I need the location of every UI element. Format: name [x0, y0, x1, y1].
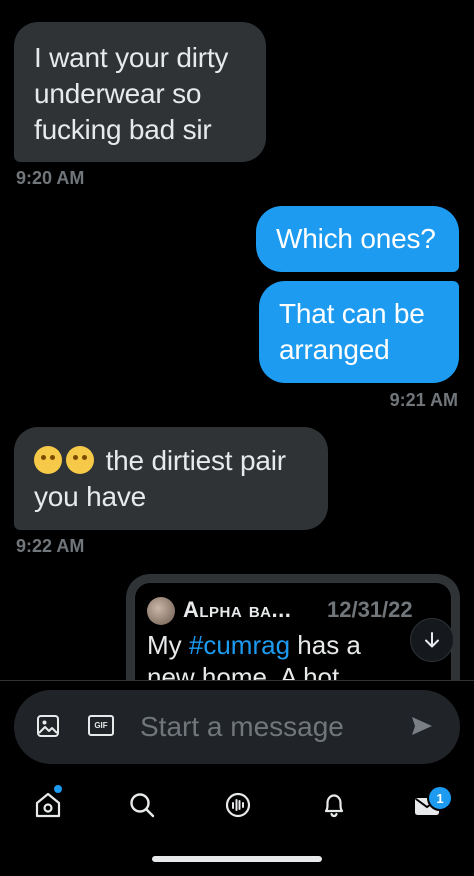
notification-dot [54, 785, 62, 793]
dizzy-face-emoji [66, 446, 94, 474]
image-icon[interactable] [36, 714, 60, 738]
nav-spaces[interactable] [218, 785, 258, 825]
quoted-tweet-date: 12/31/22 [327, 597, 413, 622]
message-text: Which ones? [276, 223, 436, 254]
incoming-message[interactable]: the dirtiest pair you have [14, 427, 328, 530]
nav-notifications[interactable] [314, 785, 354, 825]
quoted-text-start: My [147, 630, 189, 660]
drooling-face-emoji [34, 446, 62, 474]
search-icon [130, 793, 155, 818]
message-timestamp: 9:21 AM [389, 390, 458, 410]
send-icon[interactable] [410, 714, 434, 738]
message-text: That can be arranged [279, 298, 425, 365]
message-input[interactable] [138, 706, 402, 748]
scroll-to-bottom-button[interactable] [410, 618, 454, 662]
quoted-tweet-text: My #cumrag has a new home. A hot [147, 629, 407, 680]
unread-badge: 1 [427, 785, 453, 811]
nav-home[interactable] [28, 785, 68, 825]
outgoing-message[interactable]: Which ones? [256, 206, 459, 272]
quoted-tweet-author: Alpha ba... [183, 597, 292, 622]
quoted-tweet-card[interactable]: Alpha ba... 12/31/22 My #cumrag has a ne… [126, 574, 460, 680]
gif-label: GIF [94, 721, 108, 730]
spaces-icon [225, 792, 251, 818]
message-timestamp: 9:22 AM [16, 536, 85, 556]
home-icon [35, 792, 61, 818]
avatar [147, 597, 175, 625]
incoming-message[interactable]: I want your dirty underwear so fucking b… [14, 22, 266, 162]
outgoing-message[interactable]: That can be arranged [259, 281, 459, 383]
message-text: I want your dirty underwear so fucking b… [34, 42, 229, 145]
home-indicator[interactable] [152, 856, 322, 862]
arrow-down-icon [425, 632, 439, 648]
message-timestamp: 9:20 AM [16, 168, 85, 188]
gif-icon[interactable]: GIF [88, 715, 114, 736]
nav-search[interactable] [122, 785, 162, 825]
hashtag-link[interactable]: #cumrag [189, 630, 290, 660]
bell-icon [324, 794, 344, 818]
message-composer: GIF [14, 690, 460, 764]
